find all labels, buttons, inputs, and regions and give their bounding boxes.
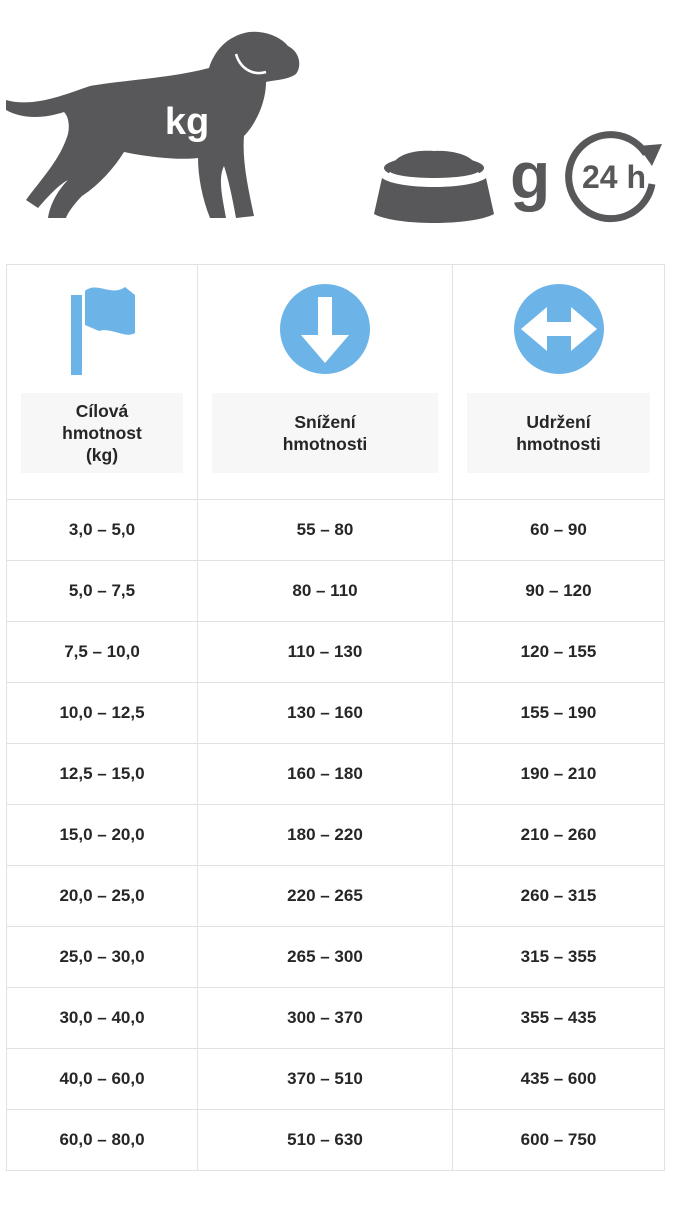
table-row: 10,0 – 12,5 130 – 160 155 – 190 [6, 682, 665, 744]
table-row: 20,0 – 25,0 220 – 265 260 – 315 [6, 865, 665, 927]
weight-loss-cell: 265 – 300 [197, 926, 453, 988]
target-weight-cell: 10,0 – 12,5 [6, 682, 198, 744]
header-cell-weight-loss: Snížení hmotnosti [197, 264, 453, 500]
grams-label: g [510, 138, 551, 212]
table-row: 25,0 – 30,0 265 – 300 315 – 355 [6, 926, 665, 988]
maintenance-cell: 435 – 600 [452, 1048, 665, 1110]
maintenance-cell: 210 – 260 [452, 804, 665, 866]
maintenance-cell: 355 – 435 [452, 987, 665, 1049]
table-header-row: Cílová hmotnost (kg) Snížení hmotnosti U… [6, 264, 665, 500]
target-weight-cell: 60,0 – 80,0 [6, 1109, 198, 1171]
target-weight-cell: 20,0 – 25,0 [6, 865, 198, 927]
target-weight-cell: 3,0 – 5,0 [6, 499, 198, 561]
24h-label: 24 h [582, 159, 646, 195]
target-weight-cell: 12,5 – 15,0 [6, 743, 198, 805]
target-weight-cell: 15,0 – 20,0 [6, 804, 198, 866]
column-header-weight-loss: Snížení hmotnosti [212, 393, 438, 473]
arrow-left-right-circle-icon [513, 284, 604, 374]
weight-loss-cell: 510 – 630 [197, 1109, 453, 1171]
weight-loss-cell: 55 – 80 [197, 499, 453, 561]
maintenance-cell: 60 – 90 [452, 499, 665, 561]
dog-kg-badge: kg [165, 101, 209, 143]
table-row: 3,0 – 5,0 55 – 80 60 – 90 [6, 499, 665, 561]
target-weight-cell: 40,0 – 60,0 [6, 1048, 198, 1110]
dog-icon: kg [6, 31, 300, 219]
table-row: 7,5 – 10,0 110 – 130 120 – 155 [6, 621, 665, 683]
24h-clock-icon: 24 h [565, 131, 662, 223]
flag-icon [71, 287, 135, 375]
header-cell-weight-maintenance: Udržení hmotnosti [452, 264, 665, 500]
maintenance-cell: 120 – 155 [452, 621, 665, 683]
weight-loss-cell: 80 – 110 [197, 560, 453, 622]
column-header-target-weight: Cílová hmotnost (kg) [21, 393, 183, 473]
table-row: 5,0 – 7,5 80 – 110 90 – 120 [6, 560, 665, 622]
table-row: 15,0 – 20,0 180 – 220 210 – 260 [6, 804, 665, 866]
feeding-table: Cílová hmotnost (kg) Snížení hmotnosti U… [6, 264, 665, 1171]
maintenance-cell: 90 – 120 [452, 560, 665, 622]
weight-loss-cell: 220 – 265 [197, 865, 453, 927]
header-cell-target-weight: Cílová hmotnost (kg) [6, 264, 198, 500]
feeding-guide-header: kg g 24 h [0, 0, 690, 240]
column-header-weight-maintenance: Udržení hmotnosti [467, 393, 650, 473]
target-weight-cell: 7,5 – 10,0 [6, 621, 198, 683]
table-row: 12,5 – 15,0 160 – 180 190 – 210 [6, 743, 665, 805]
target-weight-cell: 30,0 – 40,0 [6, 987, 198, 1049]
maintenance-cell: 190 – 210 [452, 743, 665, 805]
maintenance-cell: 600 – 750 [452, 1109, 665, 1171]
weight-loss-cell: 130 – 160 [197, 682, 453, 744]
table-row: 60,0 – 80,0 510 – 630 600 – 750 [6, 1109, 665, 1171]
table-row: 30,0 – 40,0 300 – 370 355 – 435 [6, 987, 665, 1049]
weight-loss-cell: 110 – 130 [197, 621, 453, 683]
food-bowl-icon [374, 150, 494, 223]
table-row: 40,0 – 60,0 370 – 510 435 – 600 [6, 1048, 665, 1110]
target-weight-cell: 5,0 – 7,5 [6, 560, 198, 622]
maintenance-cell: 315 – 355 [452, 926, 665, 988]
weight-loss-cell: 160 – 180 [197, 743, 453, 805]
arrow-down-circle-icon [280, 284, 370, 374]
weight-loss-cell: 300 – 370 [197, 987, 453, 1049]
maintenance-cell: 260 – 315 [452, 865, 665, 927]
weight-loss-cell: 180 – 220 [197, 804, 453, 866]
maintenance-cell: 155 – 190 [452, 682, 665, 744]
weight-loss-cell: 370 – 510 [197, 1048, 453, 1110]
target-weight-cell: 25,0 – 30,0 [6, 926, 198, 988]
